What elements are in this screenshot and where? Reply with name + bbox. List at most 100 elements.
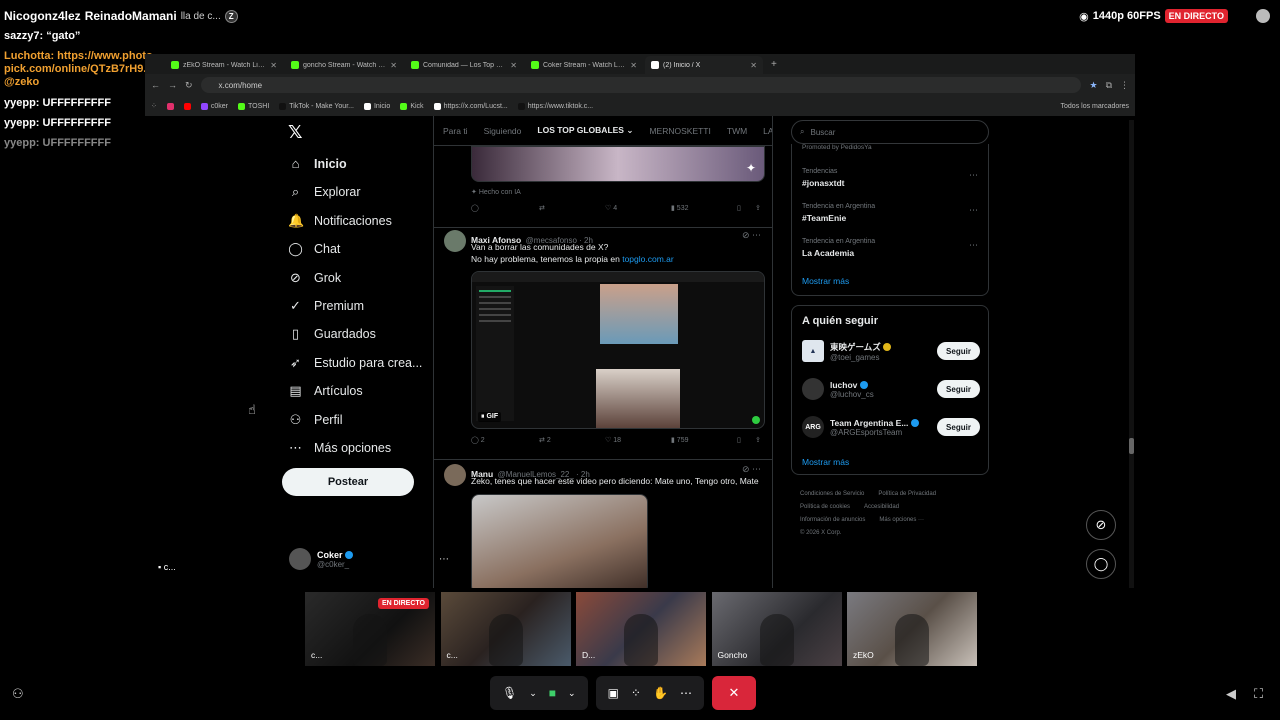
share-icon[interactable]: ⇪ [755, 204, 761, 212]
like-button[interactable]: ♡ 4 [605, 204, 617, 212]
feed-tab[interactable]: LOS TOP GLOBALES ⌄ [537, 125, 633, 136]
close-icon[interactable]: ✕ [750, 61, 757, 70]
leave-call-button[interactable]: ✕ [711, 676, 756, 710]
repost-icon[interactable]: ⇄ [539, 204, 545, 212]
trend-item[interactable]: Tendencias #jonasxtdt [802, 168, 845, 188]
webcam-tile[interactable]: Goncho [711, 592, 842, 666]
webcam-tile[interactable]: c... EN DIRECTO [305, 592, 435, 666]
post-media[interactable] [471, 494, 648, 588]
more-icon[interactable]: ⋯ [969, 240, 978, 251]
views-stat[interactable]: ▮ 532 [671, 204, 688, 212]
star-icon[interactable]: ★ [1089, 80, 1097, 91]
post[interactable]: Manu @ManuelLemos_22_ · 2h ⊘ ⋯ Zeko, ten… [434, 460, 772, 588]
bookmark-item[interactable]: c0ker [200, 102, 228, 110]
menu-icon[interactable]: ⋮ [1120, 80, 1129, 91]
bookmark-item[interactable]: TikTok - Make Your... [279, 102, 354, 110]
all-bookmarks[interactable]: Todos los marcadores [1061, 103, 1129, 110]
follow-button[interactable]: Seguir [937, 380, 980, 398]
trend-item[interactable]: Tendencia en Argentina La Academia [802, 238, 875, 258]
bookmark-icon[interactable]: ▯ [737, 436, 741, 444]
instagram-icon[interactable] [166, 102, 174, 110]
close-icon[interactable]: ✕ [630, 61, 637, 70]
post-media[interactable]: ✦ [471, 146, 765, 182]
nav-item-m-s-opciones[interactable]: ⋯ Más opciones [288, 440, 391, 456]
forward-icon[interactable]: → [168, 80, 177, 90]
share-icon[interactable]: ⇪ [755, 436, 761, 444]
x-logo-icon[interactable]: 𝕏 [288, 122, 303, 143]
post-more-icon[interactable]: ⊘ ⋯ [742, 464, 761, 475]
more-icon[interactable]: ⋯ [969, 205, 978, 216]
reply-icon[interactable]: ◯ 2 [471, 436, 485, 444]
footer-link[interactable]: Accesibilidad [864, 504, 899, 510]
feed-tab[interactable]: MERNOSKETTI [649, 126, 710, 136]
webcam-tile[interactable]: zEkO [847, 592, 977, 666]
youtube-icon[interactable] [183, 102, 191, 110]
browser-tab[interactable]: goncho Stream - Watch Live on Ki ✕ [285, 56, 403, 74]
camera-icon[interactable]: ■ [549, 686, 556, 700]
nav-item-premium[interactable]: ✓ Premium [288, 298, 364, 314]
bookmark-item[interactable]: Kick [400, 102, 424, 110]
bookmark-icon[interactable]: ▯ [737, 204, 741, 212]
follow-suggestion[interactable]: luchov @luchov_cs Seguir [802, 378, 980, 400]
post[interactable]: ✦ ✦ Hecho con IA ◯ ⇄ ♡ 4 ▮ 532 ▯ ⇪ [434, 146, 772, 228]
post-link[interactable]: topglo.com.ar [622, 254, 674, 264]
show-more-link[interactable]: Mostrar más [802, 276, 849, 286]
avatar[interactable] [444, 464, 466, 486]
follow-button[interactable]: Seguir [937, 342, 980, 360]
follow-suggestion[interactable]: ▲ 東映ゲームズ @toei_games Seguir [802, 340, 980, 362]
more-icon[interactable]: ⋯ [969, 170, 978, 181]
scrollbar[interactable] [1129, 120, 1134, 588]
feed-tab[interactable]: Para ti [443, 126, 468, 136]
browser-tab[interactable]: zEkO Stream - Watch Live on Ki ✕ [165, 56, 283, 74]
footer-link[interactable]: Información de anuncios [800, 517, 865, 523]
bookmark-item[interactable]: TOSHI [238, 102, 269, 110]
reply-icon[interactable]: ◯ [471, 204, 479, 212]
browser-tab[interactable]: Comunidad — Los Top Globales ✕ [405, 56, 523, 74]
account-switcher[interactable]: Coker @c0ker_ ⋯ [289, 548, 449, 570]
nav-item-explorar[interactable]: ⌕ Explorar [288, 184, 361, 200]
nav-item-grok[interactable]: ⊘ Grok [288, 270, 341, 286]
footer-link[interactable]: Condiciones de Servicio [800, 491, 864, 497]
people-icon[interactable]: ⚇ [12, 686, 24, 702]
nav-item-art-culos[interactable]: ▤ Artículos [288, 383, 362, 399]
chevron-down-icon[interactable]: ⌄ [568, 688, 576, 699]
post-gif[interactable]: ⏸ GIF [471, 271, 765, 429]
footer-link[interactable]: Más opciones ··· [879, 517, 924, 523]
new-tab-icon[interactable]: + [771, 56, 777, 74]
bookmark-item[interactable]: https://x.com/Lucst... [433, 102, 508, 110]
trend-item[interactable]: Tendencia en Argentina #TeamEnie [802, 203, 875, 223]
chat-bubble-icon[interactable] [1256, 9, 1270, 23]
messages-float-button[interactable]: ◯ [1086, 549, 1116, 579]
address-bar[interactable]: x.com/home [200, 77, 1082, 93]
views-stat[interactable]: ▮ 759 [671, 436, 688, 444]
close-icon[interactable]: ✕ [510, 61, 517, 70]
nav-item-guardados[interactable]: ▯ Guardados [288, 326, 376, 342]
nav-item-inicio[interactable]: ⌂ Inicio [288, 156, 347, 171]
repost-icon[interactable]: ⇄ 2 [539, 436, 551, 444]
follow-button[interactable]: Seguir [937, 418, 980, 436]
bookmark-item[interactable]: Inicio [363, 102, 390, 110]
nav-item-estudio-para-crea[interactable]: ➶ Estudio para crea... [288, 355, 422, 371]
raise-hand-icon[interactable]: ✋ [653, 686, 668, 700]
browser-tab[interactable]: Coker Stream - Watch Live on Ki✕ [525, 56, 643, 74]
apps-icon[interactable]: ⁘ [631, 686, 641, 700]
footer-link[interactable]: Política de Privacidad [878, 491, 936, 497]
reload-icon[interactable]: ↻ [185, 80, 193, 91]
fullscreen-icon[interactable]: ⛶ [1254, 686, 1263, 702]
like-button[interactable]: ♡ 18 [605, 436, 621, 444]
apps-grid-icon[interactable]: ⁘ [151, 102, 157, 110]
close-icon[interactable]: ✕ [390, 61, 397, 70]
volume-icon[interactable]: ◀ [1226, 686, 1236, 702]
bookmark-item[interactable]: https://www.tiktok.c... [517, 102, 593, 110]
footer-link[interactable]: Política de cookies [800, 504, 850, 510]
feed-tab[interactable]: LA [763, 126, 772, 136]
show-more-link[interactable]: Mostrar más [802, 457, 849, 467]
post[interactable]: Maxi Afonso @mecsafonso · 2h ⊘ ⋯ Van a b… [434, 228, 772, 460]
close-icon[interactable]: ✕ [270, 61, 277, 70]
feed-tab[interactable]: Siguiendo [484, 126, 522, 136]
follow-suggestion[interactable]: ARG Team Argentina E... @ARGEsportsTeam Se… [802, 416, 980, 438]
nav-item-notificaciones[interactable]: 🔔 Notificaciones [288, 213, 392, 229]
feed-tab[interactable]: TWM [727, 126, 747, 136]
avatar[interactable] [444, 230, 466, 252]
post-button[interactable]: Postear [282, 468, 414, 496]
